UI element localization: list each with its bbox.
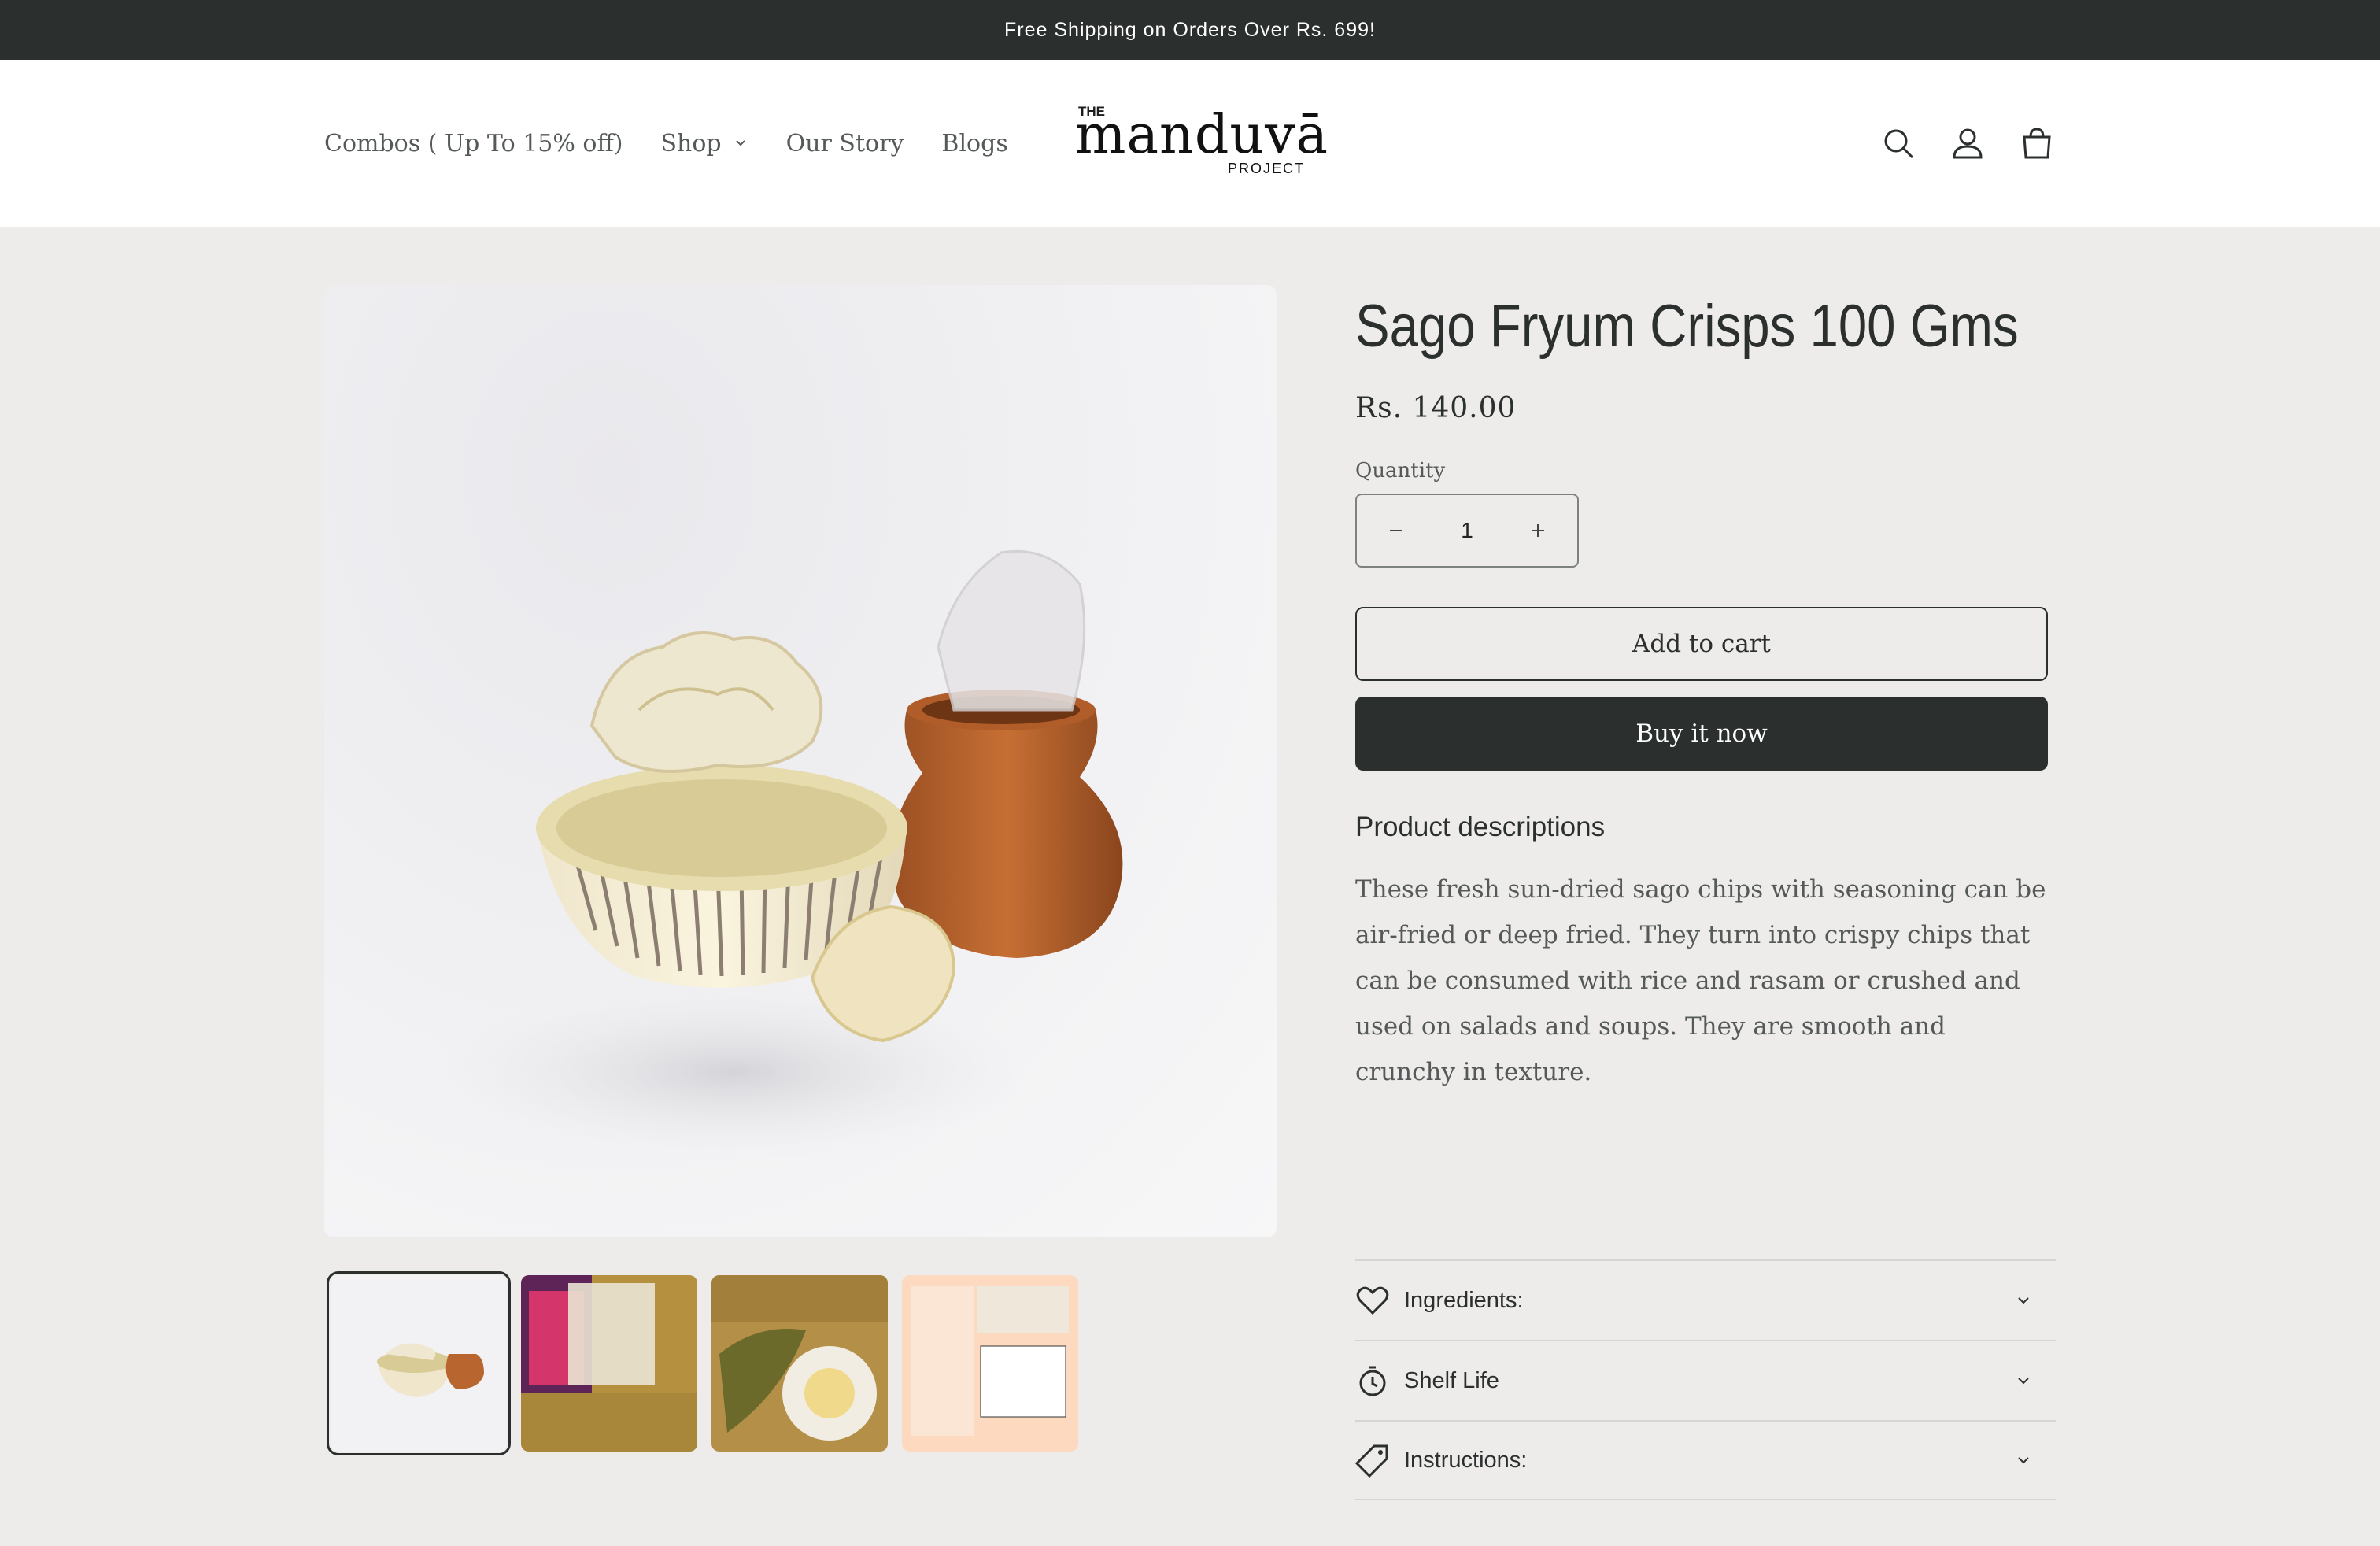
chevron-down-icon <box>2018 1457 2029 1464</box>
tag-icon <box>1355 1444 1388 1478</box>
quantity-input[interactable] <box>1443 518 1491 543</box>
logo-wordmark: manduvā <box>1075 104 1329 166</box>
stopwatch-icon <box>1359 1366 1386 1396</box>
logo-project: PROJECT <box>1227 161 1305 176</box>
thumbnail-3[interactable] <box>711 1275 888 1452</box>
nav-item-combos[interactable]: Combos ( Up To 15% off) <box>324 130 623 157</box>
quantity-stepper <box>1355 494 1579 568</box>
announcement-text: Free Shipping on Orders Over Rs. 699! <box>1004 18 1376 41</box>
product-price: Rs. 140.00 <box>1355 392 1517 424</box>
plus-icon <box>1532 524 1544 537</box>
buy-it-now-button[interactable]: Buy it now <box>1355 697 2048 771</box>
accordion-label-shelf-life: Shelf Life <box>1404 1367 1499 1393</box>
announcement-bar: Free Shipping on Orders Over Rs. 699! <box>0 0 2380 60</box>
thumbnail-label-image <box>902 1275 1078 1452</box>
chevron-down-icon <box>2018 1297 2029 1304</box>
cart-button[interactable] <box>2016 123 2057 164</box>
nav-item-our-story[interactable]: Our Story <box>786 130 904 157</box>
accordion-label-ingredients: Ingredients: <box>1404 1287 1524 1313</box>
nav-label-blogs: Blogs <box>941 129 1008 157</box>
chevron-down-icon <box>735 140 745 146</box>
account-icon <box>1953 128 1983 159</box>
thumbnail-2[interactable] <box>521 1275 697 1452</box>
nav-item-shop[interactable]: Shop <box>661 130 748 157</box>
quantity-decrease-button[interactable] <box>1373 507 1420 554</box>
thumbnail-bowl-image <box>331 1275 507 1452</box>
product-info: Sago Fryum Crisps 100 Gms Rs. 140.00 Qua… <box>1355 285 2056 1095</box>
add-to-cart-button[interactable]: Add to cart <box>1355 607 2048 681</box>
accordion-shelf-life[interactable]: Shelf Life <box>1355 1340 2056 1420</box>
quantity-increase-button[interactable] <box>1514 507 1561 554</box>
brand-logo[interactable]: THE manduvā PROJECT <box>1075 101 1328 189</box>
header-icons <box>1878 60 2057 227</box>
account-button[interactable] <box>1947 123 1988 164</box>
accordion-label-instructions: Instructions: <box>1404 1447 1528 1473</box>
heart-icon <box>1356 1286 1389 1315</box>
description-heading: Product descriptions <box>1355 812 1606 842</box>
main-nav: Combos ( Up To 15% off) Shop Our Story B… <box>324 60 1046 227</box>
product-description: These fresh sun-dried sago chips with se… <box>1355 875 2046 1086</box>
chevron-down-icon <box>2018 1378 2029 1385</box>
search-icon <box>1884 129 1914 159</box>
product-main-image[interactable] <box>324 285 1277 1237</box>
nav-item-blogs[interactable]: Blogs <box>941 130 1007 157</box>
thumbnail-1[interactable] <box>327 1271 511 1455</box>
product-photo <box>434 549 1123 1159</box>
minus-icon <box>1390 530 1402 531</box>
accordion-ingredients[interactable]: Ingredients: <box>1355 1259 2056 1340</box>
cart-icon <box>2023 128 2051 159</box>
thumbnail-packet-image <box>521 1275 697 1452</box>
thumbnail-4[interactable] <box>902 1275 1078 1452</box>
thumbnail-plate-image <box>711 1275 888 1452</box>
product-title: Sago Fryum Crisps 100 Gms <box>1355 293 2019 360</box>
accordion-instructions[interactable]: Instructions: <box>1355 1420 2056 1500</box>
nav-label-combos: Combos ( Up To 15% off) <box>324 129 623 157</box>
thumbnail-strip <box>327 1271 1078 1455</box>
quantity-label: Quantity <box>1355 459 1446 483</box>
nav-label-our-story: Our Story <box>785 129 904 157</box>
site-header: Combos ( Up To 15% off) Shop Our Story B… <box>0 60 2380 227</box>
nav-label-shop: Shop <box>660 129 722 157</box>
search-button[interactable] <box>1878 123 1919 164</box>
